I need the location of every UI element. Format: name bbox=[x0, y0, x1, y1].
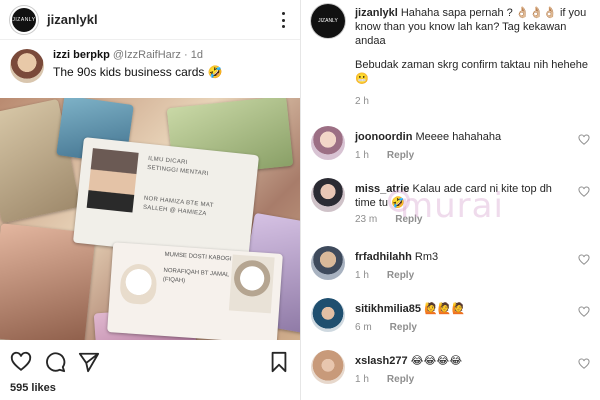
post-actions bbox=[0, 346, 300, 376]
comment-text: 🙋🙋🙋 bbox=[424, 303, 466, 315]
commenter-avatar[interactable] bbox=[311, 126, 345, 160]
comment-time: 6 m bbox=[355, 322, 372, 333]
comment-username[interactable]: xslash277 bbox=[355, 355, 408, 367]
card-text: (FIQAH) bbox=[162, 276, 186, 285]
comment-time: 1 h bbox=[355, 270, 369, 281]
comment-item: joonoordin Meeee hahahaha 1 h Reply bbox=[311, 126, 596, 168]
caption-username[interactable]: jizanlykl bbox=[355, 7, 398, 19]
avatar-brand-text: JIZANLY bbox=[318, 18, 338, 24]
card-text: MUMSE DOSTI KABOGI bbox=[164, 251, 232, 263]
dog-picture bbox=[119, 262, 158, 306]
caption-avatar[interactable]: JIZANLY bbox=[311, 4, 345, 38]
more-options-icon[interactable] bbox=[282, 12, 286, 28]
tweet-header: izzi berpkp @IzzRaifHarz · 1d bbox=[53, 49, 223, 61]
tweet-display-name: izzi berpkp bbox=[53, 49, 110, 61]
comment-text: Rm3 bbox=[414, 251, 439, 263]
tweet-text: The 90s kids business cards 🤣 bbox=[53, 65, 223, 79]
comment-text: Meeee hahahaha bbox=[415, 131, 502, 143]
cat-picture bbox=[228, 254, 275, 314]
caption: JIZANLY jizanlykl Hahaha sapa pernah ? 👌… bbox=[311, 4, 596, 109]
like-count[interactable]: 595 likes bbox=[10, 382, 56, 394]
heart-icon[interactable] bbox=[578, 254, 590, 266]
post-panel: JIZANLY jizanlykl izzi berpkp @IzzRaifHa… bbox=[0, 0, 300, 400]
avatar-brand-text: JIZANLY bbox=[12, 16, 36, 23]
comment-icon[interactable] bbox=[44, 351, 66, 373]
id-card-hamieza: ILMU DICARI SETINGGI MENTARI NOR HAMIZA … bbox=[72, 137, 260, 261]
embedded-tweet: izzi berpkp @IzzRaifHarz · 1d The 90s ki… bbox=[0, 41, 300, 97]
comment-username[interactable]: frfadhilahh bbox=[355, 251, 412, 263]
comment-username[interactable]: joonoordin bbox=[355, 131, 412, 143]
heart-icon[interactable] bbox=[578, 306, 590, 318]
tweet-separator: · bbox=[183, 49, 188, 61]
heart-icon[interactable] bbox=[10, 351, 32, 373]
comment-username[interactable]: sitikhmilia85 bbox=[355, 303, 421, 315]
heart-icon[interactable] bbox=[578, 186, 590, 198]
caption-time: 2 h bbox=[355, 96, 369, 107]
comment-text: 😂😂😂😂 bbox=[410, 355, 463, 367]
tweet-handle: @IzzRaifHarz bbox=[112, 49, 181, 61]
comment-item: frfadhilahh Rm3 1 h Reply bbox=[311, 246, 596, 288]
reply-button[interactable]: Reply bbox=[387, 374, 414, 385]
commenter-avatar[interactable] bbox=[311, 246, 345, 280]
reply-button[interactable]: Reply bbox=[387, 150, 414, 161]
tweet-time: 1d bbox=[190, 49, 203, 61]
author-avatar[interactable]: JIZANLY bbox=[10, 5, 38, 34]
card-text: SETINGGI MENTARI bbox=[146, 164, 209, 178]
id-card-fiqah: MUMSE DOSTI KABOGI NORAFIQAH BT JAMAL (F… bbox=[107, 242, 283, 340]
comment-time: 1 h bbox=[355, 150, 369, 161]
post-photo[interactable]: ILMU DICARI SETINGGI MENTARI NOR HAMIZA … bbox=[0, 98, 300, 340]
caption-text-2: Bebudak zaman skrg confirm taktau nih he… bbox=[355, 59, 588, 85]
id-card-photo bbox=[86, 148, 139, 213]
tweet-avatar bbox=[10, 49, 44, 83]
commenter-avatar[interactable] bbox=[311, 178, 345, 212]
heart-icon[interactable] bbox=[578, 358, 590, 370]
comment-time: 1 h bbox=[355, 374, 369, 385]
comment-item: sitikhmilia85 🙋🙋🙋 6 m Reply bbox=[311, 298, 596, 340]
heart-icon[interactable] bbox=[578, 134, 590, 146]
reply-button[interactable]: Reply bbox=[387, 270, 414, 281]
share-icon[interactable] bbox=[78, 351, 100, 373]
commenter-avatar[interactable] bbox=[311, 298, 345, 332]
bookmark-icon[interactable] bbox=[268, 351, 290, 373]
author-username[interactable]: jizanlykl bbox=[47, 12, 98, 27]
post-header: JIZANLY jizanlykl bbox=[0, 0, 300, 40]
commenter-avatar[interactable] bbox=[311, 350, 345, 384]
comment-item: xslash277 😂😂😂😂 1 h Reply bbox=[311, 350, 596, 392]
watermark: murai bbox=[400, 186, 504, 226]
comment-time: 23 m bbox=[355, 214, 378, 225]
reply-button[interactable]: Reply bbox=[390, 322, 417, 333]
card-text: ILMU DICARI bbox=[147, 155, 188, 167]
